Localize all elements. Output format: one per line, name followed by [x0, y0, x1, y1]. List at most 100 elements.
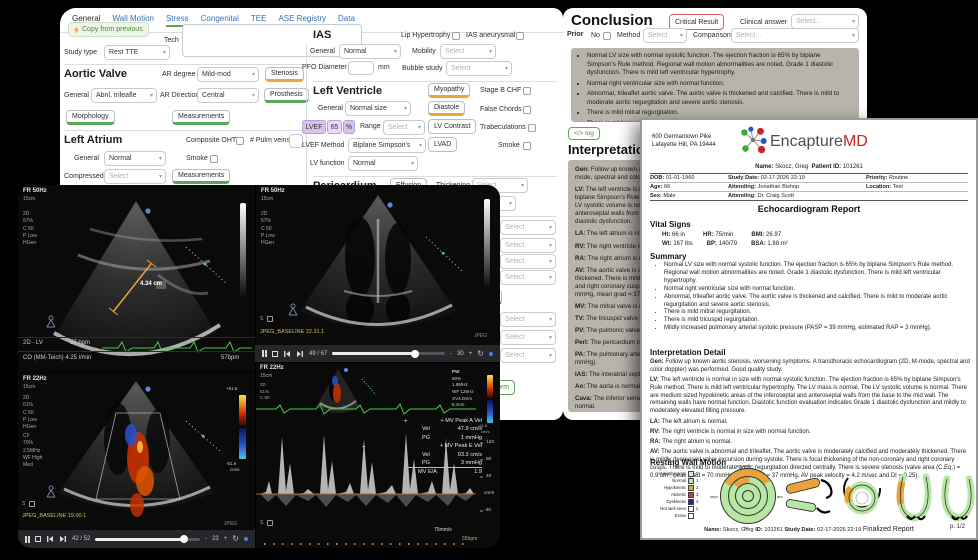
chevron-down-icon: ▾ — [252, 71, 255, 78]
la-general-select[interactable]: Normal▾ — [104, 151, 166, 166]
trabeculations-checkbox[interactable] — [528, 124, 536, 132]
ar-degree-select[interactable]: Mild-mod▾ — [197, 67, 259, 82]
lip-hypertrophy-checkbox[interactable] — [452, 32, 460, 40]
ultrasound-panel-plax[interactable]: FR 50Hz 15cm 2D57%C 50P LowHGen 4.34 cm … — [18, 185, 255, 372]
la-measurements-button[interactable]: Measurements — [172, 169, 230, 184]
lvef-method-label: LVEF Method — [302, 142, 344, 149]
ar-direction-select[interactable]: Central▾ — [197, 88, 259, 103]
clinical-answer-select[interactable]: Select...▾ — [791, 14, 859, 29]
lvef-range-select[interactable]: Select▾ — [383, 120, 425, 135]
pulm-veins-input[interactable] — [289, 134, 303, 148]
next-frame-icon[interactable] — [59, 535, 67, 543]
prior-no-checkbox[interactable] — [603, 32, 611, 40]
summary-bullet: Normal right ventricular size with norma… — [664, 286, 968, 294]
summary-bullet: Normal LV size with normal systolic func… — [664, 262, 968, 286]
form-select[interactable]: Select▾ — [500, 270, 556, 285]
scale-tick-label: 80 — [486, 457, 491, 462]
form-select[interactable]: Select▾ — [500, 312, 556, 327]
diastole-button[interactable]: Diastole — [428, 101, 465, 116]
method-select[interactable]: Select▾ — [643, 28, 687, 43]
pause-icon[interactable] — [25, 536, 30, 543]
lv-contrast-button[interactable]: LV Contrast — [428, 119, 476, 134]
stress-stage-label: S — [260, 316, 263, 323]
legend-swatch[interactable] — [688, 478, 694, 484]
legend-swatch[interactable] — [688, 506, 694, 512]
lvef-method-select[interactable]: Biplane Simpson's▾ — [348, 138, 426, 153]
wall-diagram-4ch[interactable] — [892, 470, 936, 524]
lvef-value[interactable]: 65 — [327, 120, 342, 134]
ultrasound-panel-pw-doppler[interactable]: + + FR 22Hz 15cm 2D61%C 50 PW50%1.8MHzWF… — [255, 362, 500, 548]
resting-wall-motion-heading: Resting Wall Motion — [650, 458, 726, 467]
myopathy-button[interactable]: Myopathy — [428, 83, 470, 98]
legend-swatch[interactable] — [688, 485, 694, 491]
speed-plus-button[interactable]: + — [469, 351, 473, 357]
wall-motion-bullseye[interactable]: ant-sept ant inf sept — [720, 468, 776, 524]
wall-diagram-2ch[interactable] — [938, 472, 978, 526]
clinical-answer-label: Clinical answer — [740, 19, 787, 26]
aortic-prosthesis-button[interactable]: Prosthesis — [264, 88, 309, 103]
stage-b-chf-checkbox[interactable] — [523, 87, 531, 95]
ultrasound-panel-color-doppler[interactable]: FR 22Hz 15cm 2D61%C 50P LowHGen CF70%2.5… — [18, 372, 255, 530]
legend-swatch[interactable] — [688, 499, 694, 505]
cine-player-controls[interactable]: 42 / 52 - 23 + ↻ — [18, 530, 255, 548]
lv-smoke-checkbox[interactable] — [523, 142, 531, 150]
cine-player-controls[interactable]: 49 / 67 - 30 + ↻ — [255, 345, 500, 362]
lv-general-select[interactable]: Normal size▾ — [345, 101, 411, 116]
pause-icon[interactable] — [262, 350, 267, 357]
legend-row: Hyperdynamic0 — [654, 470, 698, 477]
stop-icon[interactable] — [35, 536, 41, 542]
pfo-diameter-input[interactable] — [348, 61, 374, 75]
jpeg-label: JPEG — [224, 521, 237, 528]
loop-icon[interactable]: ↻ — [232, 535, 239, 543]
legend-swatch[interactable] — [688, 492, 694, 498]
prior-no-label: No — [591, 32, 600, 39]
speed-plus-button[interactable]: + — [224, 536, 228, 542]
composite-oht-checkbox[interactable] — [236, 137, 244, 145]
speed-minus-button[interactable]: - — [450, 351, 452, 357]
clip-checkbox[interactable] — [267, 520, 273, 526]
colorbar-unit-label: cm/s — [481, 429, 489, 434]
study-type-select[interactable]: Rest TTE▾ — [104, 45, 170, 60]
next-frame-icon[interactable] — [296, 350, 304, 358]
speed-minus-button[interactable]: - — [205, 536, 207, 542]
stenosis-button[interactable]: Stenosis — [265, 67, 304, 82]
aortic-general-select[interactable]: Abnl, trileafle▾ — [91, 88, 157, 103]
aorta-select-2[interactable]: Select▾ — [500, 220, 556, 235]
clip-checkbox[interactable] — [267, 316, 273, 322]
bubble-study-select[interactable]: Select▾ — [446, 61, 512, 76]
aortic-measurements-button[interactable]: Measurements — [172, 110, 230, 125]
left-ventricle-title: Left Ventricle — [313, 85, 382, 97]
lvad-button[interactable]: LVAD — [428, 137, 457, 152]
legend-swatch[interactable] — [688, 471, 694, 477]
log-button[interactable]: </> log — [568, 127, 600, 140]
tech-textarea[interactable] — [182, 24, 362, 57]
clip-checkbox[interactable] — [29, 501, 35, 507]
compressed-select[interactable]: Select▾ — [104, 169, 166, 184]
form-select[interactable]: Select▾ — [500, 254, 556, 269]
form-select[interactable]: Select▾ — [500, 330, 556, 345]
wall-diagram-plax[interactable] — [784, 472, 834, 524]
ultrasound-panel-a4c[interactable]: FR 50Hz 15cm 2D57%C 50P LowHGen S JPEG_B… — [255, 185, 500, 345]
summary-bullet: There is mild tricuspid regurgitation. — [664, 317, 968, 325]
comparison-select[interactable]: Select...▾ — [731, 28, 859, 43]
prev-frame-icon[interactable] — [46, 535, 54, 543]
frame-counter: 42 / 52 — [72, 536, 90, 542]
stop-icon[interactable] — [272, 351, 278, 357]
form-select[interactable]: Select▾ — [500, 348, 556, 363]
false-chords-checkbox[interactable] — [523, 106, 531, 114]
copy-from-previous-button[interactable]: Copy from previous — [68, 22, 149, 37]
wall-diagram-psax[interactable] — [838, 472, 886, 524]
cine-scrubber[interactable] — [332, 352, 445, 355]
form-select[interactable]: Select▾ — [500, 238, 556, 253]
legend-swatch[interactable] — [688, 513, 694, 519]
cine-scrubber[interactable] — [95, 538, 200, 541]
ias-aneurysmal-checkbox[interactable] — [516, 32, 524, 40]
aortic-morphology-button[interactable]: Morphology — [66, 110, 115, 125]
la-smoke-checkbox[interactable] — [210, 155, 218, 163]
mobility-select[interactable]: Select▾ — [440, 44, 496, 59]
ultrasound-image-a4c — [256, 185, 500, 345]
lv-function-select[interactable]: Normal▾ — [348, 156, 418, 171]
loop-icon[interactable]: ↻ — [477, 350, 484, 358]
prev-frame-icon[interactable] — [283, 350, 291, 358]
ias-general-select[interactable]: Normal▾ — [339, 44, 401, 59]
